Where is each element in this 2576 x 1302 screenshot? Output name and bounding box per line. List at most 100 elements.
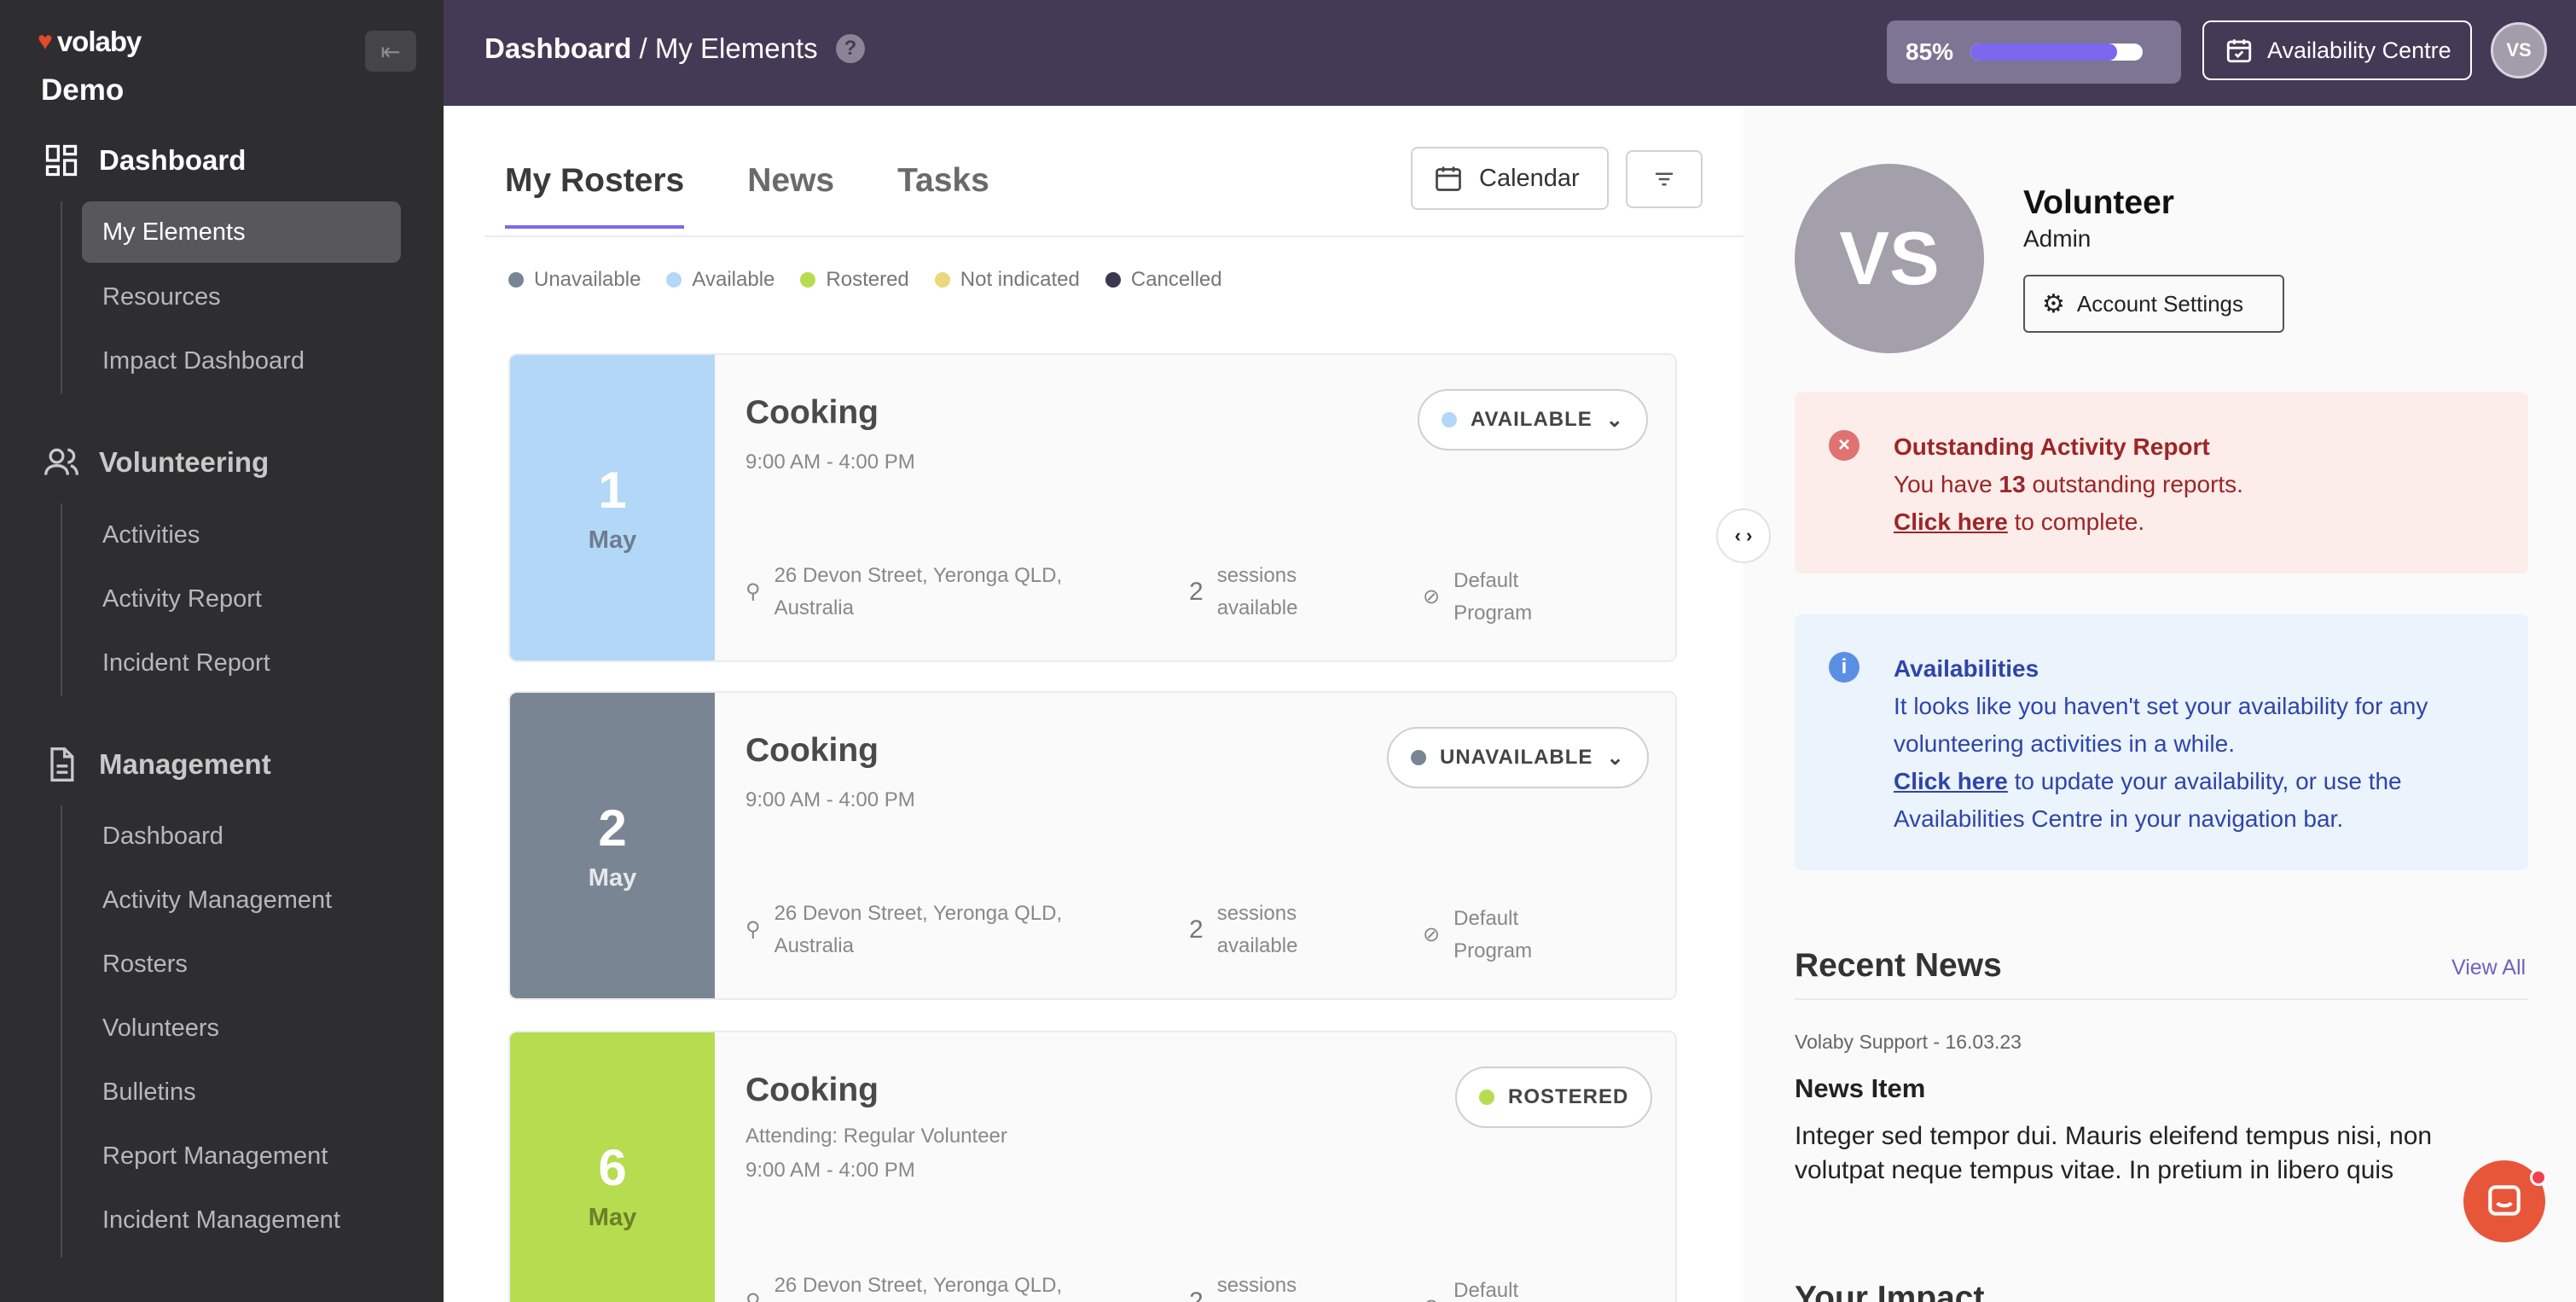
nav-section-line [61,805,62,1258]
nav-section-line [61,503,62,696]
sessions-count: 2 [1189,1287,1204,1302]
sidebar-item-activities[interactable]: Activities [82,504,401,566]
main-content: My Rosters News Tasks Calendar Unavailab… [444,106,1743,1302]
outstanding-count: 13 [1999,471,2026,497]
heart-icon: ♥ [38,27,53,55]
sidebar-item-rosters[interactable]: Rosters [82,933,401,995]
legend-dot [508,272,524,288]
roster-day: 1 [598,462,627,519]
status-label: UNAVAILABLE [1440,746,1593,769]
error-icon: × [1829,430,1859,461]
status-legend: Unavailable Available Rostered Not indic… [508,268,1222,292]
collapse-sidebar-button[interactable]: ⇤ [365,31,416,72]
sidebar-item-activity-report[interactable]: Activity Report [82,568,401,630]
breadcrumb-current: My Elements [654,32,818,64]
availability-click-here-link[interactable]: Click here [1894,768,2008,794]
view-all-news-link[interactable]: View All [2451,956,2526,980]
compass-icon: ⊘ [1423,923,1441,946]
profile-progress[interactable]: 85% [1887,20,2181,84]
roster-title: Cooking [746,732,879,769]
profile-avatar: VS [1795,164,1984,353]
roster-month: May [588,864,637,892]
alert-body: You have 13 outstanding reports. [1894,471,2243,497]
status-dot [1442,412,1457,427]
sidebar-item-activity-management[interactable]: Activity Management [82,869,401,931]
tabs-divider [484,235,1743,237]
report-click-here-link[interactable]: Click here [1894,509,2008,535]
news-title[interactable]: News Item [1795,1073,1925,1104]
legend-item: Available [666,268,775,292]
sidebar-item-impact-dashboard[interactable]: Impact Dashboard [82,330,401,392]
roster-address: ⚲ 26 Devon Street, Yeronga QLD, Australi… [746,898,1112,962]
tab-my-rosters[interactable]: My Rosters [505,162,685,229]
compass-icon: ⊘ [1423,1291,1440,1302]
nav-section-volunteering[interactable]: Volunteering [43,444,269,481]
nav-section-dashboard[interactable]: Dashboard [43,142,246,179]
program-label: Default Program [1453,907,1533,962]
tab-tasks[interactable]: Tasks [897,162,989,229]
legend-item: Not indicated [934,268,1080,292]
roster-sessions: 2 sessions available [1189,560,1343,625]
panel-toggle-button[interactable]: ‹ › [1716,509,1771,563]
nav-section-line [61,201,62,394]
tab-bar: My Rosters News Tasks [505,162,1053,229]
news-divider [1795,998,2528,1000]
help-icon[interactable]: ? [836,34,865,63]
user-avatar[interactable]: VS [2491,22,2547,78]
your-impact-heading: Your Impact [1795,1280,1985,1302]
news-source: Volaby Support - 16.03.23 [1795,1031,2022,1053]
org-name: Demo [41,73,125,107]
brand-name: volaby [56,26,142,57]
roster-card[interactable]: 1 May Cooking 9:00 AM - 4:00 PM AVAILABL… [508,353,1677,662]
news-body: Integer sed tempor dui. Mauris eleifend … [1795,1122,2433,1184]
sidebar-item-volunteers[interactable]: Volunteers [82,997,401,1059]
filter-button[interactable] [1626,150,1703,208]
roster-title: Cooking [746,394,879,431]
calendar-icon [1436,166,1461,191]
roster-card[interactable]: 6 May Cooking Attending: Regular Volunte… [508,1031,1677,1302]
dashboard-icon [45,144,78,177]
nav-section-label: Volunteering [99,446,270,478]
sidebar-item-resources[interactable]: Resources [82,266,401,328]
status-dropdown[interactable]: UNAVAILABLE ⌄ [1387,727,1649,788]
roster-time: 9:00 AM - 4:00 PM [746,788,915,811]
sidebar-item-report-management[interactable]: Report Management [82,1125,401,1187]
alert-action: Click here to update your availability, … [1894,768,2402,832]
document-icon [50,747,74,782]
calendar-button[interactable]: Calendar [1411,147,1609,210]
address-text: 26 Devon Street, Yeronga QLD, Australia [774,1274,1063,1297]
status-dropdown[interactable]: AVAILABLE ⌄ [1418,389,1648,450]
location-pin-icon: ⚲ [746,580,761,603]
roster-program: ⊘ Default Program [1423,565,1559,630]
breadcrumb-root[interactable]: Dashboard [484,32,631,64]
roster-time: 9:00 AM - 4:00 PM [746,1159,915,1182]
sidebar-item-bulletins[interactable]: Bulletins [82,1061,401,1123]
legend-item: Rostered [800,268,909,292]
chevron-down-icon: ⌄ [1606,746,1625,770]
recent-news-heading: Recent News [1795,947,2002,984]
account-settings-button[interactable]: ⚙ Account Settings [2023,275,2284,333]
nav-section-management[interactable]: Management [43,746,271,783]
tab-news[interactable]: News [747,162,834,229]
legend-dot [1105,272,1121,288]
sidebar-item-incident-management[interactable]: Incident Management [82,1189,401,1251]
calendar-label: Calendar [1479,164,1580,192]
legend-dot [934,272,950,288]
sidebar-item-incident-report[interactable]: Incident Report [82,632,401,694]
location-pin-icon: ⚲ [746,918,761,941]
chevrons-icon: ‹ › [1734,525,1753,546]
alert-title: Availabilities [1894,655,2039,682]
calendar-check-icon [2226,39,2252,63]
sidebar-item-mgmt-dashboard[interactable]: Dashboard [82,805,401,867]
roster-card[interactable]: 2 May Cooking 9:00 AM - 4:00 PM UNAVAILA… [508,691,1677,1000]
sidebar-item-my-elements[interactable]: My Elements [82,201,401,263]
brand-logo[interactable]: ♥ volaby [38,26,142,58]
status-label: AVAILABLE [1471,408,1593,431]
chevron-down-icon: ⌄ [1605,408,1624,432]
roster-day: 6 [598,1139,627,1196]
availability-centre-button[interactable]: Availability Centre [2202,20,2472,80]
chat-icon [2488,1185,2521,1216]
roster-attending: Attending: Regular Volunteer [746,1125,1007,1148]
status-label: ROSTERED [1508,1085,1629,1108]
roster-date: 6 May [510,1032,715,1302]
